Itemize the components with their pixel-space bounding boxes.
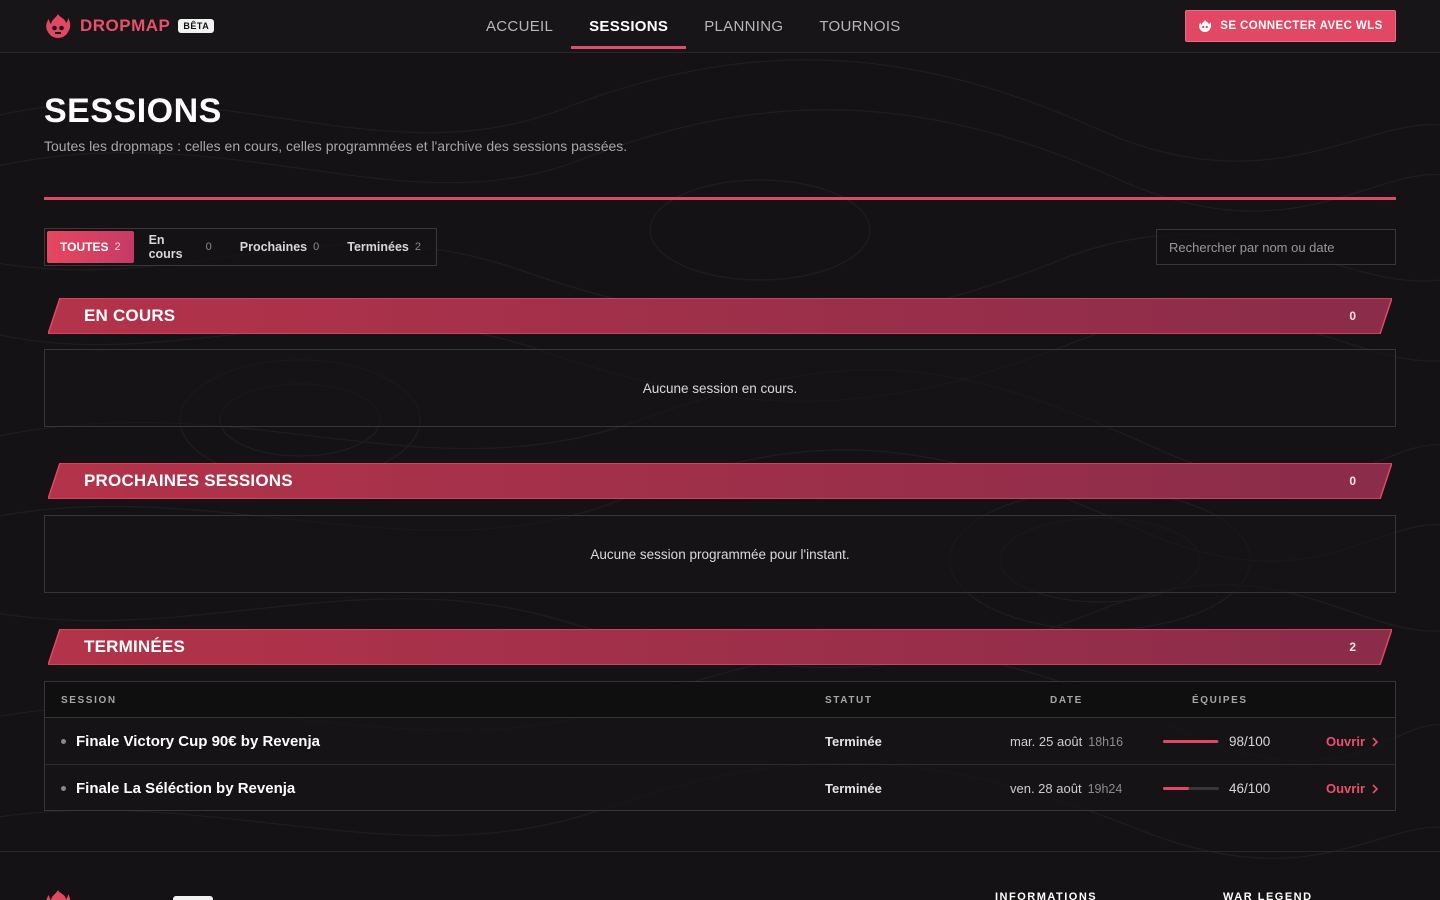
session-name: Finale Victory Cup 90€ by Revenja (76, 733, 320, 750)
open-label: Ouvrir (1326, 781, 1366, 796)
nav-link-tournois[interactable]: TOURNOIS (801, 0, 918, 53)
section-count: 2 (1349, 640, 1356, 654)
session-name-cell: Finale Victory Cup 90€ by Revenja (61, 718, 320, 765)
hero-divider (44, 197, 1396, 200)
nav-link-sessions[interactable]: SESSIONS (571, 0, 687, 53)
chevron-right-icon (1372, 736, 1379, 747)
teams-cell: 46/100 (1163, 765, 1270, 812)
filter-count: 0 (205, 241, 212, 253)
teams-progress-bar (1163, 787, 1219, 790)
table-row[interactable]: Finale Victory Cup 90€ by Revenja Termin… (45, 718, 1395, 765)
filter-count: 2 (114, 241, 121, 253)
session-status: Terminée (825, 734, 882, 749)
filter-en-cours[interactable]: En cours 0 (136, 231, 225, 263)
banner-shape (48, 298, 1392, 334)
teams-cell: 98/100 (1163, 718, 1270, 765)
page-subtitle: Toutes les dropmaps : celles en cours, c… (44, 138, 628, 154)
session-date-cell: mar. 25 août 18h16 (1010, 718, 1123, 765)
session-status: Terminée (825, 781, 882, 796)
section-count: 0 (1349, 474, 1356, 488)
open-label: Ouvrir (1326, 734, 1366, 749)
session-name-cell: Finale La Séléction by Revenja (61, 765, 295, 812)
filter-label: En cours (148, 233, 183, 261)
brand-name: DROPMAP (80, 16, 171, 35)
teams-count: 98/100 (1229, 734, 1271, 749)
session-name: Finale La Séléction by Revenja (76, 780, 296, 797)
sessions-table: SESSION STATUT DATE ÉQUIPES Finale Victo… (44, 681, 1396, 811)
flame-skull-logo-icon (46, 14, 71, 38)
status-dot-icon (61, 739, 66, 744)
open-session-link[interactable]: Ouvrir (1326, 718, 1379, 765)
flame-skull-icon (1199, 20, 1212, 32)
filter-count: 2 (414, 241, 421, 253)
login-wls-button[interactable]: SE CONNECTER AVEC WLS (1185, 10, 1396, 42)
filter-label: Prochaines (239, 240, 308, 254)
empty-state-prochaines: Aucune session programmée pour l'instant… (44, 515, 1396, 593)
filter-toutes[interactable]: TOUTES 2 (47, 231, 134, 263)
footer-beta-badge (173, 896, 213, 900)
empty-state-en-cours: Aucune session en cours. (44, 349, 1396, 427)
banner-shape (48, 629, 1392, 665)
footer-heading-informations: INFORMATIONS (995, 891, 1098, 900)
session-date-cell: ven. 28 août 19h24 (1010, 765, 1122, 812)
session-time: 19h24 (1087, 781, 1123, 796)
table-row[interactable]: Finale La Séléction by Revenja Terminée … (45, 765, 1395, 812)
filter-label: Terminées (347, 240, 409, 254)
filter-label: TOUTES (60, 240, 109, 254)
filter-count: 0 (313, 241, 320, 253)
footer-heading-war-legend: WAR LEGEND (1223, 891, 1313, 900)
brand[interactable]: DROPMAP BÊTA (44, 12, 215, 40)
filter-terminees[interactable]: Terminées 2 (334, 231, 434, 263)
session-filter-tabs: TOUTES 2 En cours 0 Prochaines 0 Terminé… (44, 228, 437, 266)
session-date: ven. 28 août (1010, 781, 1082, 796)
open-session-link[interactable]: Ouvrir (1326, 765, 1379, 812)
login-label: SE CONNECTER AVEC WLS (1220, 20, 1383, 32)
teams-progress-fill (1163, 787, 1189, 790)
main-nav: ACCUEIL SESSIONS PLANNING TOURNOIS (468, 0, 919, 53)
nav-link-accueil[interactable]: ACCUEIL (468, 0, 571, 53)
column-header-date: DATE (1050, 694, 1083, 706)
section-title: PROCHAINES SESSIONS (84, 471, 293, 490)
section-banner-en-cours: EN COURS 0 (48, 298, 1392, 334)
section-title: EN COURS (84, 306, 176, 325)
section-title: TERMINÉES (84, 637, 185, 656)
session-time: 18h16 (1088, 734, 1124, 749)
table-header: SESSION STATUT DATE ÉQUIPES (45, 682, 1395, 718)
teams-count: 46/100 (1229, 781, 1271, 796)
column-header-session: SESSION (61, 694, 117, 706)
teams-progress-bar (1163, 740, 1219, 743)
beta-badge: BÊTA (178, 19, 215, 33)
section-banner-prochaines: PROCHAINES SESSIONS 0 (48, 463, 1392, 499)
filter-prochaines[interactable]: Prochaines 0 (227, 231, 333, 263)
section-count: 0 (1349, 309, 1356, 323)
nav-link-planning[interactable]: PLANNING (686, 0, 801, 53)
column-header-statut: STATUT (825, 694, 873, 706)
chevron-right-icon (1372, 783, 1379, 794)
section-banner-terminees: TERMINÉES 2 (48, 629, 1392, 665)
status-dot-icon (61, 786, 66, 791)
teams-progress-fill (1163, 740, 1218, 743)
page-title: SESSIONS (44, 92, 222, 130)
column-header-equipes: ÉQUIPES (1192, 694, 1248, 706)
search-input[interactable] (1156, 229, 1396, 265)
footer-divider (0, 851, 1440, 852)
session-date: mar. 25 août (1010, 734, 1083, 749)
footer-logo-icon (46, 890, 71, 900)
top-navbar: DROPMAP BÊTA ACCUEIL SESSIONS PLANNING T… (0, 0, 1440, 53)
